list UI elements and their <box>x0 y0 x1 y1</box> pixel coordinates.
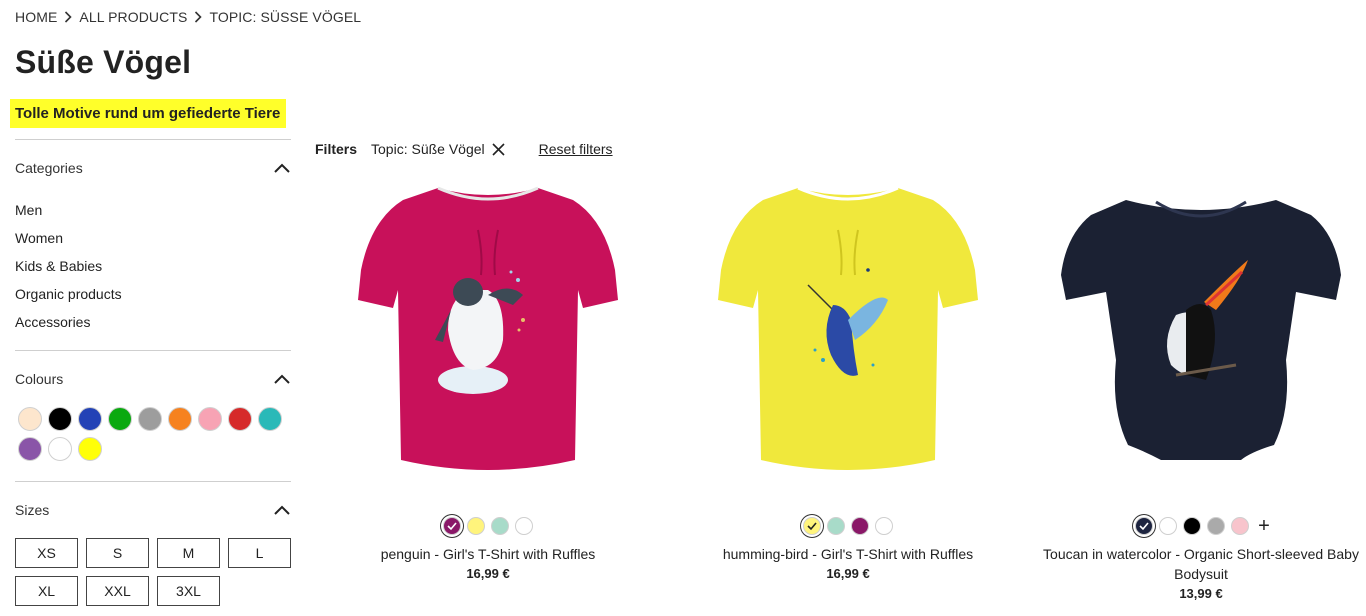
product-name[interactable]: Toucan in watercolor - Organic Short-sle… <box>1036 544 1366 584</box>
colours-title: Colours <box>15 371 64 387</box>
product-image[interactable] <box>1036 180 1366 500</box>
chevron-up-icon <box>273 370 291 388</box>
size-xxl-button[interactable]: XXL <box>86 576 149 606</box>
product-colour-list <box>683 516 1013 536</box>
product-name[interactable]: humming-bird - Girl's T-Shirt with Ruffl… <box>683 544 1013 564</box>
colour-swatch[interactable] <box>258 407 282 431</box>
page-title: Süße Vögel <box>15 44 192 80</box>
product-colour-swatch[interactable] <box>1183 517 1202 535</box>
colour-swatch[interactable] <box>168 407 192 431</box>
product-colour-list: + <box>1036 516 1366 536</box>
product-price: 13,99 € <box>1179 586 1223 601</box>
colours-section: Colours <box>15 350 291 481</box>
product-colour-swatch[interactable] <box>443 517 461 535</box>
category-accessories[interactable]: Accessories <box>15 308 291 336</box>
close-icon[interactable] <box>492 142 505 156</box>
more-colours-plus-icon[interactable]: + <box>1258 516 1270 536</box>
colour-swatch[interactable] <box>78 437 102 461</box>
checkmark-icon <box>1139 522 1149 531</box>
category-list: Men Women Kids & Babies Organic products… <box>15 196 291 350</box>
size-s-button[interactable]: S <box>86 538 149 568</box>
product-colour-swatch[interactable] <box>851 517 869 535</box>
colour-swatch[interactable] <box>48 437 72 461</box>
product-colour-swatch[interactable] <box>875 517 893 535</box>
colour-swatch[interactable] <box>18 407 42 431</box>
colour-swatch[interactable] <box>228 407 252 431</box>
colour-swatch[interactable] <box>48 407 72 431</box>
category-organic[interactable]: Organic products <box>15 280 291 308</box>
active-filters-bar: Filters Topic: Süße Vögel Reset filters <box>315 141 613 157</box>
reset-filters-link[interactable]: Reset filters <box>539 141 613 157</box>
size-grid: XS S M L XL XXL 3XL <box>15 538 291 606</box>
product-card[interactable]: penguin - Girl's T-Shirt with Ruffles 16… <box>323 180 653 581</box>
product-colour-swatch[interactable] <box>1135 517 1154 535</box>
breadcrumb: HOME ALL PRODUCTS TOPIC: SÜSSE VÖGEL <box>15 9 361 25</box>
product-card[interactable]: humming-bird - Girl's T-Shirt with Ruffl… <box>683 180 1013 581</box>
checkmark-icon <box>807 522 817 531</box>
breadcrumb-home[interactable]: HOME <box>15 9 57 25</box>
chevron-right-icon <box>64 11 73 23</box>
size-xl-button[interactable]: XL <box>15 576 78 606</box>
product-image[interactable] <box>683 180 1013 500</box>
filters-label: Filters <box>315 141 358 157</box>
colour-swatch[interactable] <box>78 407 102 431</box>
chevron-right-icon <box>194 11 203 23</box>
sizes-section: Sizes XS S M L XL XXL 3XL <box>15 481 291 606</box>
product-image[interactable] <box>323 180 653 500</box>
product-card[interactable]: + Toucan in watercolor - Organic Short-s… <box>1036 180 1366 601</box>
colour-swatch[interactable] <box>18 437 42 461</box>
product-colour-swatch[interactable] <box>1207 517 1226 535</box>
product-colour-swatch[interactable] <box>491 517 509 535</box>
breadcrumb-all-products[interactable]: ALL PRODUCTS <box>79 9 187 25</box>
product-colour-swatch[interactable] <box>467 517 485 535</box>
product-price: 16,99 € <box>826 566 870 581</box>
product-colour-swatch[interactable] <box>515 517 533 535</box>
sizes-toggle[interactable]: Sizes <box>15 482 291 538</box>
filter-sidebar: Categories Men Women Kids & Babies Organ… <box>15 139 291 606</box>
breadcrumb-current: TOPIC: SÜSSE VÖGEL <box>209 9 362 25</box>
categories-toggle[interactable]: Categories <box>15 140 291 196</box>
colour-swatch[interactable] <box>108 407 132 431</box>
colour-swatch[interactable] <box>198 407 222 431</box>
checkmark-icon <box>447 522 457 531</box>
filter-chip-label: Topic: Süße Vögel <box>371 141 485 157</box>
colours-toggle[interactable]: Colours <box>15 351 291 407</box>
categories-title: Categories <box>15 160 83 176</box>
product-colour-swatch[interactable] <box>803 517 821 535</box>
page-subtitle: Tolle Motive rund um gefiederte Tiere <box>10 99 287 128</box>
size-m-button[interactable]: M <box>157 538 220 568</box>
product-colour-swatch[interactable] <box>1231 517 1250 535</box>
category-women[interactable]: Women <box>15 224 291 252</box>
category-men[interactable]: Men <box>15 196 291 224</box>
filter-chip: Topic: Süße Vögel <box>371 141 505 157</box>
size-xs-button[interactable]: XS <box>15 538 78 568</box>
categories-section: Categories Men Women Kids & Babies Organ… <box>15 139 291 350</box>
size-l-button[interactable]: L <box>228 538 291 568</box>
product-colour-swatch[interactable] <box>1159 517 1178 535</box>
colour-swatch-list <box>15 407 291 481</box>
size-3xl-button[interactable]: 3XL <box>157 576 220 606</box>
chevron-up-icon <box>273 159 291 177</box>
colour-swatch[interactable] <box>138 407 162 431</box>
product-colour-swatch[interactable] <box>827 517 845 535</box>
product-price: 16,99 € <box>466 566 510 581</box>
sizes-title: Sizes <box>15 502 50 518</box>
chevron-up-icon <box>273 501 291 519</box>
product-colour-list <box>323 516 653 536</box>
product-name[interactable]: penguin - Girl's T-Shirt with Ruffles <box>323 544 653 564</box>
category-kids-babies[interactable]: Kids & Babies <box>15 252 291 280</box>
